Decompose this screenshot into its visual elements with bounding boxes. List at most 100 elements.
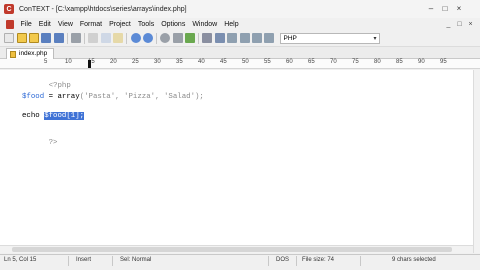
save-all-icon[interactable] <box>53 33 64 43</box>
ruler-number: 40 <box>198 59 205 65</box>
chevron-down-icon: ▾ <box>373 35 377 42</box>
syntax-selected-value: PHP <box>283 34 297 42</box>
toolbar-separator <box>126 32 128 44</box>
redo-icon[interactable] <box>142 33 153 43</box>
maximize-button[interactable]: □ <box>438 2 452 14</box>
php-close-tag: ?> <box>48 139 58 147</box>
menu-bar: File Edit View Format Project Tools Opti… <box>0 18 480 30</box>
paste-icon[interactable] <box>113 33 124 43</box>
window-controls: – □ × <box>424 2 466 14</box>
toolbar: PHP ▾ <box>0 30 480 47</box>
selected-text: $food[1]; <box>44 112 85 120</box>
file-tab-bar: index.php <box>0 47 480 59</box>
find-icon[interactable] <box>160 33 171 43</box>
ruler-number: 70 <box>330 59 337 65</box>
menu-help[interactable]: Help <box>221 21 242 28</box>
ruler-number: 20 <box>110 59 117 65</box>
status-separator <box>268 256 269 266</box>
close-button[interactable]: × <box>452 2 466 14</box>
menu-options[interactable]: Options <box>158 21 189 28</box>
ruler-number: 90 <box>418 59 425 65</box>
toolbar-separator <box>156 32 158 44</box>
horizontal-scrollbar[interactable] <box>0 245 473 253</box>
doc-close-button[interactable]: × <box>465 21 476 28</box>
menu-tools[interactable]: Tools <box>134 21 157 28</box>
save-icon[interactable] <box>41 33 52 43</box>
ruler-number: 10 <box>65 59 72 65</box>
doc-restore-button[interactable]: □ <box>454 21 465 28</box>
php-file-icon <box>10 51 16 58</box>
vertical-scrollbar[interactable] <box>473 70 480 253</box>
syntax-highlighter-select[interactable]: PHP ▾ <box>279 32 380 44</box>
toolbar-separator <box>84 32 86 44</box>
ruler-number: 55 <box>264 59 271 65</box>
tab-label: index.php <box>19 50 48 57</box>
php-open-tag: <?php <box>48 82 71 90</box>
ruler-number: 35 <box>176 59 183 65</box>
minimize-button[interactable]: – <box>424 2 438 14</box>
menu-edit[interactable]: Edit <box>35 21 54 28</box>
ruler-number: 85 <box>396 59 403 65</box>
wrap-icon[interactable] <box>214 33 225 43</box>
document-icon[interactable] <box>6 19 14 29</box>
toolbar-separator <box>198 32 200 44</box>
ruler-number: 75 <box>352 59 359 65</box>
ruler-number: 60 <box>286 59 293 65</box>
column-ruler: 5 10 15 20 25 30 35 40 45 50 55 60 65 70… <box>0 59 480 69</box>
doc-minimize-button[interactable]: _ <box>443 21 454 28</box>
tab-index-php[interactable]: index.php <box>6 48 55 59</box>
title-bar: C ConTEXT - [C:\xampp\htdocs\series\arra… <box>0 0 480 18</box>
file-size: File size: 74 <box>302 257 335 263</box>
horizontal-scroll-thumb[interactable] <box>12 247 452 252</box>
ruler-number: 65 <box>308 59 315 65</box>
print-icon[interactable] <box>71 33 82 43</box>
code-keyword-echo: echo <box>22 112 45 120</box>
ruler-number: 45 <box>220 59 227 65</box>
code-line-3: $food = array('Pasta', 'Pizza', 'Salad')… <box>22 93 204 101</box>
ruler-number: 30 <box>154 59 161 65</box>
status-separator <box>360 256 361 266</box>
code-line-7: ?> <box>22 131 58 155</box>
contex-editor-window: C ConTEXT - [C:\xampp\htdocs\series\arra… <box>0 0 480 270</box>
ruler-number: 80 <box>374 59 381 65</box>
menu-format[interactable]: Format <box>76 21 105 28</box>
ruler-column-marker <box>88 60 91 68</box>
ruler-number: 5 <box>44 59 48 65</box>
macro-stop-icon[interactable] <box>251 33 262 43</box>
document-controls: _ □ × <box>443 18 476 30</box>
open-folder-icon[interactable] <box>16 33 27 43</box>
insert-mode: Insert <box>76 257 92 263</box>
code-line-5: echo $food[1]; <box>22 112 85 120</box>
toolbar-separator <box>66 32 68 44</box>
copy-icon[interactable] <box>100 33 111 43</box>
replace-icon[interactable] <box>172 33 183 43</box>
new-file-icon[interactable] <box>4 33 15 43</box>
code-editor[interactable]: <?php $food = array('Pasta', 'Pizza', 'S… <box>0 70 473 253</box>
chars-selected: 9 chars selected <box>392 257 436 263</box>
macro-play-icon[interactable] <box>239 33 250 43</box>
code-array-args: ('Pasta', 'Pizza', 'Salad'); <box>79 93 204 101</box>
selection-mode: Sel: Normal <box>120 257 152 263</box>
window-title: ConTEXT - [C:\xampp\htdocs\series\arrays… <box>19 5 187 13</box>
status-separator <box>68 256 69 266</box>
ruler-number: 95 <box>440 59 447 65</box>
menu-project[interactable]: Project <box>106 21 135 28</box>
code-operator: = <box>44 93 58 101</box>
status-separator <box>112 256 113 266</box>
macro-edit-icon[interactable] <box>264 33 275 43</box>
open-recent-icon[interactable] <box>28 33 39 43</box>
menu-window[interactable]: Window <box>189 21 221 28</box>
context-app-icon: C <box>4 4 14 14</box>
menu-file[interactable]: File <box>17 21 35 28</box>
menu-view[interactable]: View <box>54 21 76 28</box>
undo-icon[interactable] <box>130 33 141 43</box>
code-keyword: array <box>57 93 80 101</box>
cut-icon[interactable] <box>88 33 99 43</box>
cursor-position: Ln 5, Col 15 <box>4 257 37 263</box>
macro-record-icon[interactable] <box>227 33 238 43</box>
find-next-icon[interactable] <box>185 33 196 43</box>
code-variable: $food <box>22 93 45 101</box>
tools-icon[interactable] <box>202 33 213 43</box>
line-endings: DOS <box>276 257 290 263</box>
status-separator <box>296 256 297 266</box>
